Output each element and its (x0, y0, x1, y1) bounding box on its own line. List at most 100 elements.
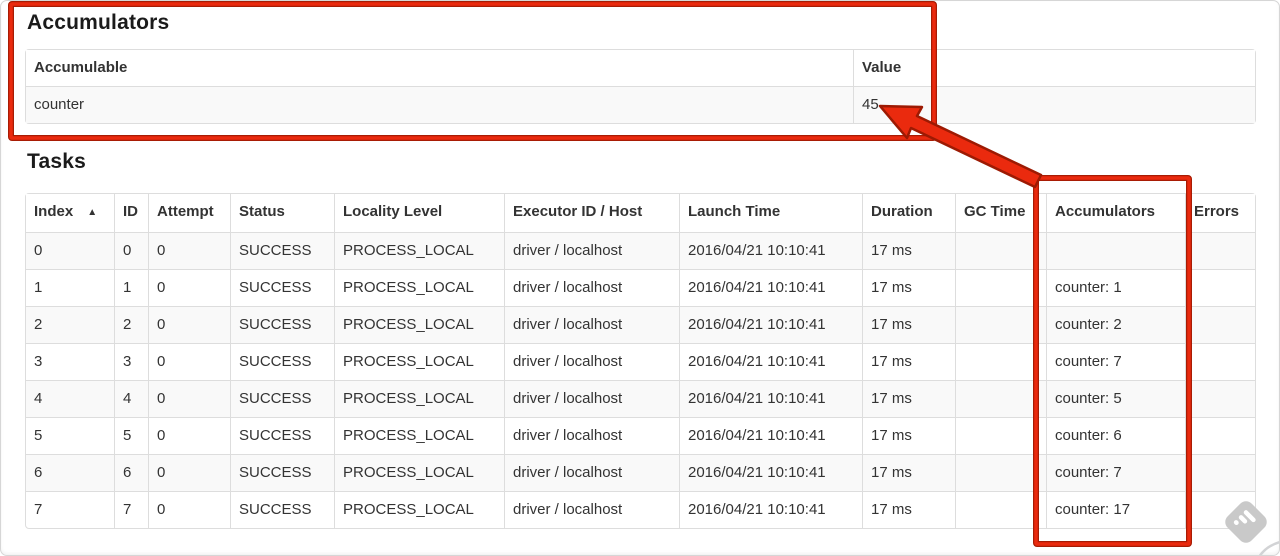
cell-locality-level: PROCESS_LOCAL (334, 454, 504, 491)
tasks-heading: Tasks (27, 150, 86, 173)
cell-executor-id-host: driver / localhost (504, 306, 679, 343)
cell-attempt: 0 (148, 269, 230, 306)
cell-gc-time (955, 233, 1046, 269)
cell-accumulators: counter: 7 (1046, 343, 1185, 380)
spark-stage-page: Accumulators Accumulable Value counter 4… (0, 0, 1280, 556)
task-row: 4 4 0 SUCCESS PROCESS_LOCAL driver / loc… (26, 380, 1255, 417)
cell-executor-id-host: driver / localhost (504, 454, 679, 491)
cell-errors (1185, 269, 1255, 306)
tasks-header-status[interactable]: Status (230, 194, 334, 233)
cell-launch-time: 2016/04/21 10:10:41 (679, 343, 862, 380)
cell-index: 1 (26, 269, 114, 306)
cell-status: SUCCESS (230, 233, 334, 269)
corner-scribble-icon (1258, 541, 1279, 555)
cell-locality-level: PROCESS_LOCAL (334, 343, 504, 380)
cell-id: 5 (114, 417, 148, 454)
tasks-header-executor-id-host[interactable]: Executor ID / Host (504, 194, 679, 233)
tasks-header-row: Index ▲ ID Attempt Status Locality Level … (26, 194, 1255, 233)
cell-index: 3 (26, 343, 114, 380)
cell-executor-id-host: driver / localhost (504, 233, 679, 269)
cell-status: SUCCESS (230, 343, 334, 380)
cell-gc-time (955, 306, 1046, 343)
accumulable-column-header[interactable]: Accumulable (26, 50, 853, 87)
cell-duration: 17 ms (862, 233, 955, 269)
cell-accumulators (1046, 233, 1185, 269)
cell-errors (1185, 233, 1255, 269)
cell-locality-level: PROCESS_LOCAL (334, 380, 504, 417)
cell-locality-level: PROCESS_LOCAL (334, 306, 504, 343)
cell-launch-time: 2016/04/21 10:10:41 (679, 417, 862, 454)
cell-executor-id-host: driver / localhost (504, 343, 679, 380)
tasks-header-index[interactable]: Index ▲ (26, 194, 114, 233)
cell-id: 6 (114, 454, 148, 491)
cell-duration: 17 ms (862, 343, 955, 380)
cell-duration: 17 ms (862, 491, 955, 528)
tasks-header-locality-level[interactable]: Locality Level (334, 194, 504, 233)
tasks-header-gc-time[interactable]: GC Time (955, 194, 1046, 233)
cell-errors (1185, 454, 1255, 491)
cell-status: SUCCESS (230, 380, 334, 417)
tasks-header-errors[interactable]: Errors (1185, 194, 1255, 233)
cell-gc-time (955, 269, 1046, 306)
cell-launch-time: 2016/04/21 10:10:41 (679, 233, 862, 269)
cell-status: SUCCESS (230, 417, 334, 454)
cell-locality-level: PROCESS_LOCAL (334, 491, 504, 528)
cell-errors (1185, 491, 1255, 528)
cell-duration: 17 ms (862, 269, 955, 306)
cell-attempt: 0 (148, 343, 230, 380)
accumulators-heading: Accumulators (27, 11, 170, 34)
cell-index: 6 (26, 454, 114, 491)
cell-launch-time: 2016/04/21 10:10:41 (679, 454, 862, 491)
cell-index: 7 (26, 491, 114, 528)
cell-index: 4 (26, 380, 114, 417)
cell-attempt: 0 (148, 417, 230, 454)
accumulable-name-cell: counter (26, 87, 853, 123)
tasks-header-duration[interactable]: Duration (862, 194, 955, 233)
cell-launch-time: 2016/04/21 10:10:41 (679, 380, 862, 417)
cell-errors (1185, 380, 1255, 417)
cell-id: 0 (114, 233, 148, 269)
task-row: 0 0 0 SUCCESS PROCESS_LOCAL driver / loc… (26, 233, 1255, 269)
cell-gc-time (955, 417, 1046, 454)
cell-executor-id-host: driver / localhost (504, 380, 679, 417)
task-row: 7 7 0 SUCCESS PROCESS_LOCAL driver / loc… (26, 491, 1255, 528)
tasks-header-accumulators[interactable]: Accumulators (1046, 194, 1185, 233)
tasks-table: Index ▲ ID Attempt Status Locality Level … (25, 193, 1256, 529)
cell-gc-time (955, 491, 1046, 528)
tasks-header-launch-time[interactable]: Launch Time (679, 194, 862, 233)
cell-executor-id-host: driver / localhost (504, 269, 679, 306)
cell-attempt: 0 (148, 454, 230, 491)
task-row: 6 6 0 SUCCESS PROCESS_LOCAL driver / loc… (26, 454, 1255, 491)
cell-accumulators: counter: 7 (1046, 454, 1185, 491)
cell-status: SUCCESS (230, 269, 334, 306)
cell-index: 2 (26, 306, 114, 343)
tasks-header-id[interactable]: ID (114, 194, 148, 233)
cell-executor-id-host: driver / localhost (504, 417, 679, 454)
cell-accumulators: counter: 2 (1046, 306, 1185, 343)
cell-status: SUCCESS (230, 491, 334, 528)
cell-locality-level: PROCESS_LOCAL (334, 269, 504, 306)
task-row: 5 5 0 SUCCESS PROCESS_LOCAL driver / loc… (26, 417, 1255, 454)
cell-attempt: 0 (148, 380, 230, 417)
task-row: 1 1 0 SUCCESS PROCESS_LOCAL driver / loc… (26, 269, 1255, 306)
cell-id: 7 (114, 491, 148, 528)
cell-duration: 17 ms (862, 454, 955, 491)
cell-launch-time: 2016/04/21 10:10:41 (679, 269, 862, 306)
cell-accumulators: counter: 5 (1046, 380, 1185, 417)
tasks-header-attempt[interactable]: Attempt (148, 194, 230, 233)
cell-gc-time (955, 454, 1046, 491)
cell-id: 3 (114, 343, 148, 380)
cell-accumulators: counter: 17 (1046, 491, 1185, 528)
cell-locality-level: PROCESS_LOCAL (334, 417, 504, 454)
cell-index: 5 (26, 417, 114, 454)
accumulators-header-row: Accumulable Value (26, 50, 1255, 87)
cell-attempt: 0 (148, 306, 230, 343)
cell-id: 4 (114, 380, 148, 417)
cell-executor-id-host: driver / localhost (504, 491, 679, 528)
index-header-label: Index (34, 203, 74, 220)
value-column-header[interactable]: Value (853, 50, 1255, 87)
cell-index: 0 (26, 233, 114, 269)
cell-duration: 17 ms (862, 417, 955, 454)
accumulable-value-cell: 45 (853, 87, 1255, 123)
cell-launch-time: 2016/04/21 10:10:41 (679, 491, 862, 528)
